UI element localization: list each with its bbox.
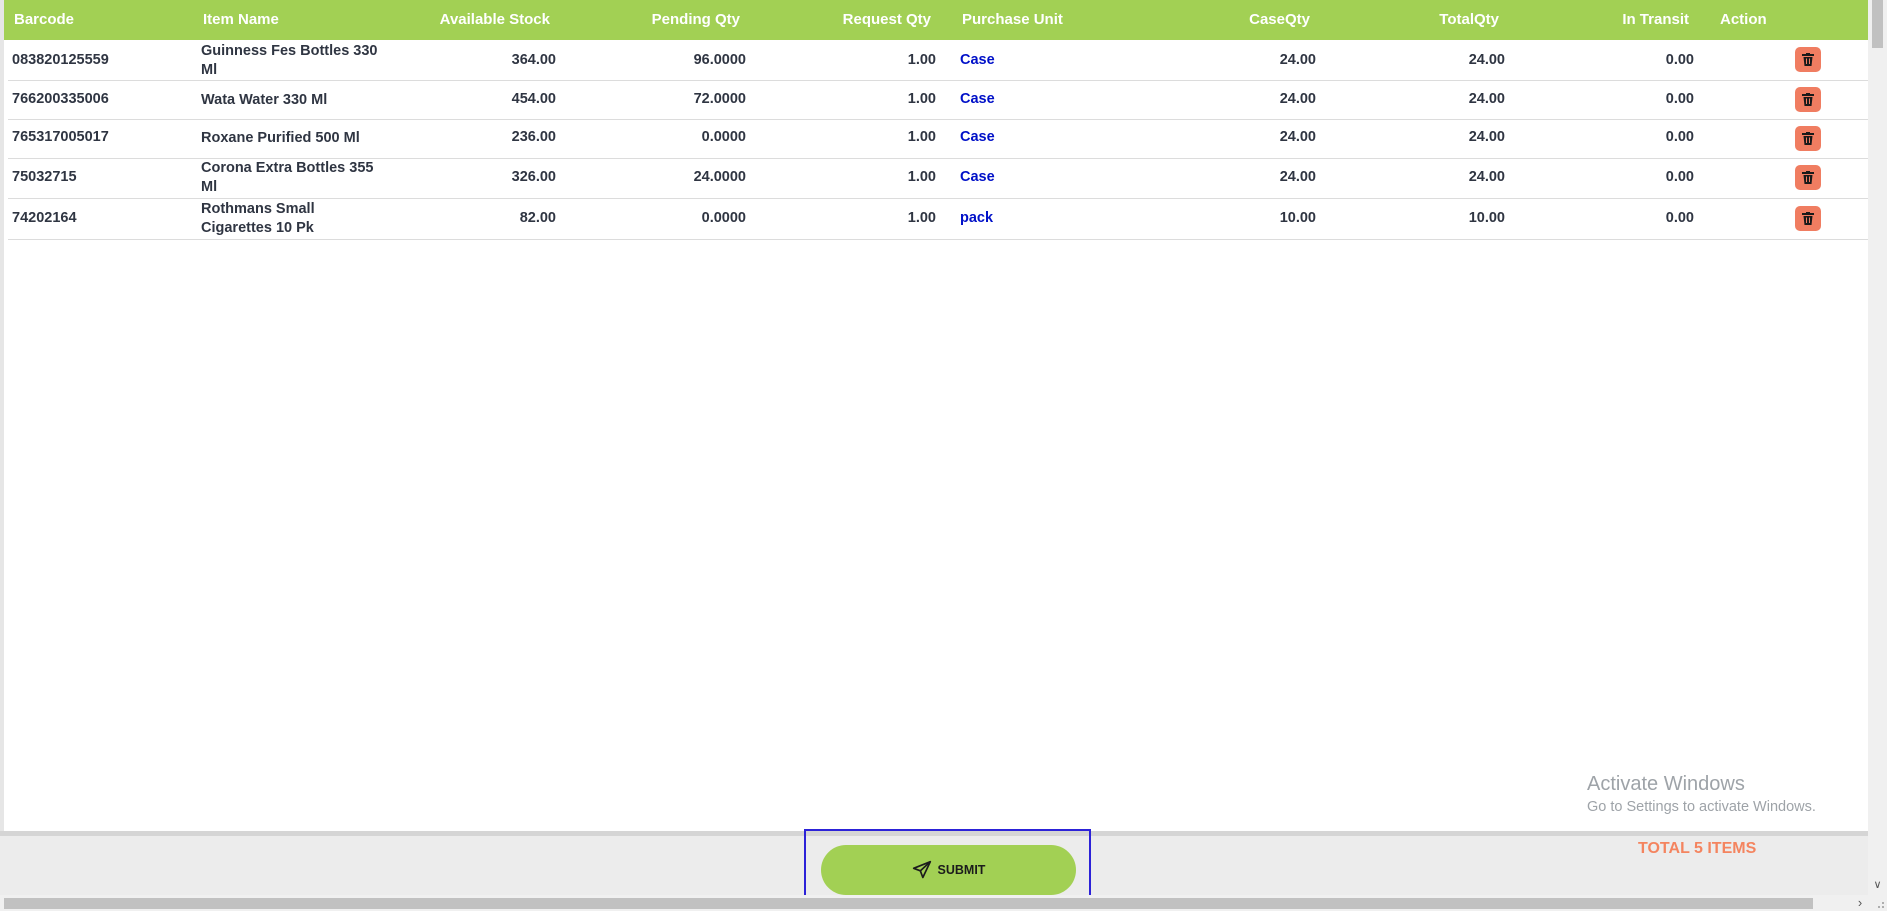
case-qty-cell: 24.00 xyxy=(1279,129,1316,145)
activate-windows-subtitle: Go to Settings to activate Windows. xyxy=(1587,799,1816,815)
table-header: Barcode Item Name Available Stock Pendin… xyxy=(4,0,1872,40)
item-name-cell: Wata Water 330 Ml xyxy=(201,92,328,108)
in-transit-cell: 0.00 xyxy=(1665,129,1694,145)
purchase-unit-link[interactable]: Case xyxy=(960,129,995,145)
in-transit-cell: 0.00 xyxy=(1665,91,1694,107)
total-qty-cell: 24.00 xyxy=(1468,52,1505,68)
trash-icon xyxy=(1802,132,1814,145)
case-qty-cell: 24.00 xyxy=(1279,169,1316,185)
item-name-cell: Guinness Fes Bottles 330 Ml xyxy=(201,43,378,78)
trash-icon xyxy=(1802,53,1814,66)
table-row[interactable]: 083820125559 Guinness Fes Bottles 330 Ml… xyxy=(8,40,1872,81)
pending-qty-cell: 72.0000 xyxy=(693,91,746,107)
total-qty-cell: 24.00 xyxy=(1468,129,1505,145)
pending-qty-cell: 96.0000 xyxy=(693,52,746,68)
request-qty-cell[interactable]: 1.00 xyxy=(798,52,936,68)
barcode-cell: 766200335006 xyxy=(12,91,109,107)
activate-windows-title: Activate Windows xyxy=(1587,773,1745,795)
delete-row-button[interactable] xyxy=(1795,126,1821,151)
in-transit-cell: 0.00 xyxy=(1665,52,1694,68)
horizontal-scroll-thumb[interactable] xyxy=(4,898,1813,909)
scroll-down-arrow-icon[interactable]: ∨ xyxy=(1870,878,1885,893)
case-qty-cell: 10.00 xyxy=(1279,210,1316,226)
trash-icon xyxy=(1802,171,1814,184)
header-case-qty[interactable]: CaseQty xyxy=(1204,11,1310,28)
available-stock-cell: 82.00 xyxy=(519,210,556,226)
total-qty-cell: 24.00 xyxy=(1468,169,1505,185)
vertical-scroll-thumb[interactable] xyxy=(1872,0,1883,48)
barcode-cell: 083820125559 xyxy=(12,52,109,68)
available-stock-cell: 236.00 xyxy=(511,129,556,145)
header-action: Action xyxy=(1720,11,1767,28)
delete-row-button[interactable] xyxy=(1795,47,1821,72)
delete-row-button[interactable] xyxy=(1795,87,1821,112)
item-name-cell: Rothmans Small Cigarettes 10 Pk xyxy=(201,201,315,236)
item-name-cell: Roxane Purified 500 Ml xyxy=(201,130,360,146)
barcode-cell: 74202164 xyxy=(12,210,77,226)
table-row[interactable]: 765317005017 Roxane Purified 500 Ml 236.… xyxy=(8,120,1872,159)
request-qty-cell[interactable]: 1.00 xyxy=(798,129,936,145)
scroll-right-arrow-icon[interactable]: › xyxy=(1853,896,1867,910)
header-in-transit[interactable]: In Transit xyxy=(1594,11,1689,28)
table-row[interactable]: 74202164 Rothmans Small Cigarettes 10 Pk… xyxy=(8,199,1872,240)
total-qty-cell: 24.00 xyxy=(1468,91,1505,107)
barcode-cell: 75032715 xyxy=(12,169,77,185)
header-item-name[interactable]: Item Name xyxy=(203,11,279,28)
header-pending-qty[interactable]: Pending Qty xyxy=(604,11,740,28)
case-qty-cell: 24.00 xyxy=(1279,91,1316,107)
header-total-qty[interactable]: TotalQty xyxy=(1394,11,1499,28)
table-row[interactable]: 766200335006 Wata Water 330 Ml 454.00 72… xyxy=(8,81,1872,120)
resize-grip-icon[interactable] xyxy=(1872,896,1886,910)
in-transit-cell: 0.00 xyxy=(1665,169,1694,185)
total-qty-cell: 10.00 xyxy=(1468,210,1505,226)
vertical-scrollbar[interactable] xyxy=(1868,0,1887,911)
purchase-unit-link[interactable]: Case xyxy=(960,91,995,107)
header-request-qty[interactable]: Request Qty xyxy=(794,11,931,28)
submit-label: SUBMIT xyxy=(937,863,986,877)
paper-plane-icon xyxy=(912,860,931,879)
available-stock-cell: 326.00 xyxy=(511,169,556,185)
in-transit-cell: 0.00 xyxy=(1665,210,1694,226)
barcode-cell: 765317005017 xyxy=(12,129,109,145)
purchase-unit-link[interactable]: Case xyxy=(960,52,995,68)
case-qty-cell: 24.00 xyxy=(1279,52,1316,68)
items-table: Barcode Item Name Available Stock Pendin… xyxy=(0,0,1872,831)
submit-button[interactable]: SUBMIT xyxy=(821,845,1076,895)
purchase-unit-link[interactable]: Case xyxy=(960,169,995,185)
header-barcode[interactable]: Barcode xyxy=(14,11,74,28)
pending-qty-cell: 0.0000 xyxy=(701,210,746,226)
header-purchase-unit[interactable]: Purchase Unit xyxy=(962,11,1063,28)
header-available-stock[interactable]: Available Stock xyxy=(404,11,550,28)
delete-row-button[interactable] xyxy=(1795,165,1821,190)
pending-qty-cell: 24.0000 xyxy=(693,169,746,185)
request-qty-cell[interactable]: 1.00 xyxy=(798,210,936,226)
trash-icon xyxy=(1802,212,1814,225)
table-row[interactable]: 75032715 Corona Extra Bottles 355 Ml 326… xyxy=(8,159,1872,199)
request-qty-cell[interactable]: 1.00 xyxy=(798,169,936,185)
item-name-cell: Corona Extra Bottles 355 Ml xyxy=(201,160,374,195)
delete-row-button[interactable] xyxy=(1795,206,1821,231)
pending-qty-cell: 0.0000 xyxy=(701,129,746,145)
purchase-unit-link[interactable]: pack xyxy=(960,210,993,226)
available-stock-cell: 454.00 xyxy=(511,91,556,107)
trash-icon xyxy=(1802,93,1814,106)
available-stock-cell: 364.00 xyxy=(511,52,556,68)
request-qty-cell[interactable]: 1.00 xyxy=(798,91,936,107)
total-items-label: TOTAL 5 ITEMS xyxy=(1638,840,1757,857)
